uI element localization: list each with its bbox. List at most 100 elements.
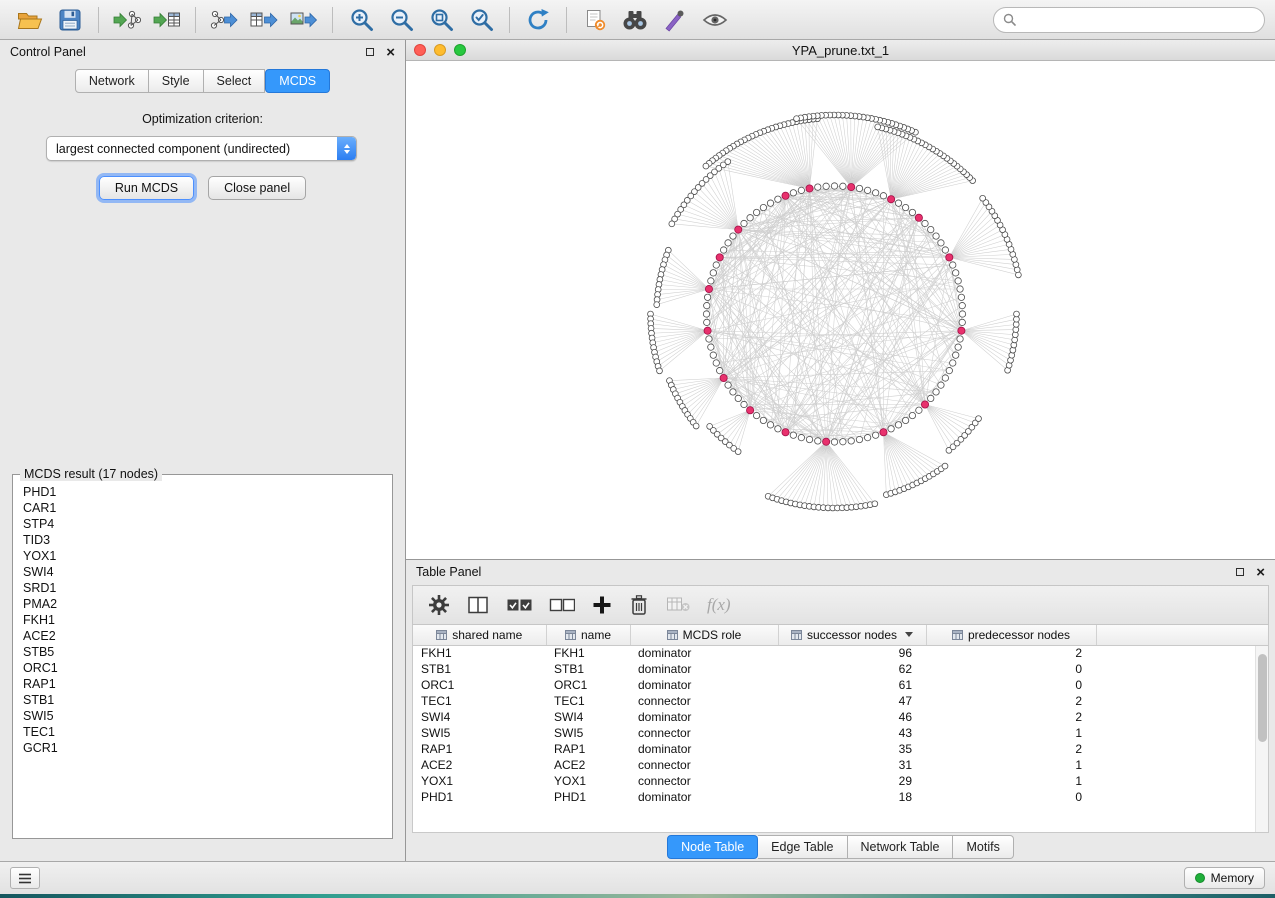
export-image-button[interactable]: [284, 3, 324, 37]
list-item[interactable]: SRD1: [23, 580, 382, 596]
cell[interactable]: TEC1: [413, 693, 546, 709]
cell[interactable]: connector: [630, 757, 778, 773]
network-canvas[interactable]: [406, 61, 1275, 559]
tab-motifs[interactable]: Motifs: [953, 835, 1013, 859]
table-row[interactable]: PHD1PHD1dominator180: [413, 789, 1268, 805]
tab-network[interactable]: Network: [75, 69, 149, 93]
cell[interactable]: SWI5: [546, 725, 630, 741]
close-window-icon[interactable]: [414, 44, 426, 56]
table-row[interactable]: ORC1ORC1dominator610: [413, 677, 1268, 693]
cell[interactable]: SWI4: [413, 709, 546, 725]
table-scrollbar[interactable]: [1255, 646, 1268, 832]
column-menu-arrow-icon[interactable]: [905, 632, 913, 637]
search-network-button[interactable]: [615, 3, 655, 37]
cell[interactable]: STB1: [413, 661, 546, 677]
cell[interactable]: 61: [778, 677, 926, 693]
float-control-panel-icon[interactable]: [366, 48, 374, 56]
select-all-button[interactable]: [506, 590, 532, 620]
table-row[interactable]: STB1STB1dominator620: [413, 661, 1268, 677]
tab-style[interactable]: Style: [149, 69, 204, 93]
cell[interactable]: dominator: [630, 709, 778, 725]
column-header-name[interactable]: name: [546, 625, 630, 645]
list-item[interactable]: CAR1: [23, 500, 382, 516]
float-table-panel-icon[interactable]: [1236, 568, 1244, 576]
column-header-shared-name[interactable]: shared name: [413, 625, 546, 645]
list-item[interactable]: RAP1: [23, 676, 382, 692]
tab-edge-table[interactable]: Edge Table: [758, 835, 847, 859]
open-file-button[interactable]: [10, 3, 50, 37]
cell[interactable]: 0: [926, 677, 1096, 693]
zoom-selected-button[interactable]: [461, 3, 501, 37]
cell[interactable]: 29: [778, 773, 926, 789]
close-control-panel-icon[interactable]: ×: [386, 45, 395, 60]
list-item[interactable]: GCR1: [23, 740, 382, 756]
status-menu-button[interactable]: [10, 867, 40, 889]
zoom-out-button[interactable]: [381, 3, 421, 37]
cell[interactable]: 1: [926, 773, 1096, 789]
network-window-titlebar[interactable]: YPA_prune.txt_1: [406, 40, 1275, 61]
table-row[interactable]: YOX1YOX1connector291: [413, 773, 1268, 789]
maximize-window-icon[interactable]: [454, 44, 466, 56]
cell[interactable]: connector: [630, 773, 778, 789]
cell[interactable]: STB1: [546, 661, 630, 677]
import-table-button[interactable]: [147, 3, 187, 37]
export-table-button[interactable]: [244, 3, 284, 37]
export-network-button[interactable]: [204, 3, 244, 37]
tab-select[interactable]: Select: [204, 69, 266, 93]
cell[interactable]: FKH1: [546, 645, 630, 661]
cell[interactable]: dominator: [630, 677, 778, 693]
table-row[interactable]: SWI4SWI4dominator462: [413, 709, 1268, 725]
clear-selection-button[interactable]: [549, 590, 575, 620]
show-columns-button[interactable]: [467, 590, 489, 620]
cell[interactable]: ACE2: [546, 757, 630, 773]
graphics-details-button[interactable]: [655, 3, 695, 37]
cell[interactable]: 0: [926, 661, 1096, 677]
cell[interactable]: dominator: [630, 661, 778, 677]
close-table-panel-icon[interactable]: ×: [1256, 565, 1265, 580]
cell[interactable]: YOX1: [413, 773, 546, 789]
import-network-button[interactable]: [107, 3, 147, 37]
cell[interactable]: TEC1: [546, 693, 630, 709]
cell[interactable]: SWI4: [546, 709, 630, 725]
cell[interactable]: PHD1: [546, 789, 630, 805]
cell[interactable]: SWI5: [413, 725, 546, 741]
cell[interactable]: FKH1: [413, 645, 546, 661]
cell[interactable]: ORC1: [546, 677, 630, 693]
cell[interactable]: 46: [778, 709, 926, 725]
list-item[interactable]: PHD1: [23, 484, 382, 500]
list-item[interactable]: STB5: [23, 644, 382, 660]
cell[interactable]: 96: [778, 645, 926, 661]
cell[interactable]: 2: [926, 709, 1096, 725]
delete-column-button[interactable]: [629, 590, 649, 620]
memory-button[interactable]: Memory: [1184, 867, 1265, 889]
cell[interactable]: 62: [778, 661, 926, 677]
cell[interactable]: 2: [926, 693, 1096, 709]
column-header-successor-nodes[interactable]: successor nodes: [778, 625, 926, 645]
tab-network-table[interactable]: Network Table: [848, 835, 954, 859]
function-builder-button[interactable]: f(x): [707, 590, 731, 620]
list-item[interactable]: TEC1: [23, 724, 382, 740]
zoom-in-button[interactable]: [341, 3, 381, 37]
cell[interactable]: 18: [778, 789, 926, 805]
minimize-window-icon[interactable]: [434, 44, 446, 56]
list-item[interactable]: PMA2: [23, 596, 382, 612]
list-item[interactable]: STP4: [23, 516, 382, 532]
list-item[interactable]: YOX1: [23, 548, 382, 564]
cell[interactable]: RAP1: [546, 741, 630, 757]
cell[interactable]: YOX1: [546, 773, 630, 789]
cell[interactable]: connector: [630, 725, 778, 741]
cell[interactable]: 47: [778, 693, 926, 709]
cell[interactable]: 35: [778, 741, 926, 757]
list-item[interactable]: SWI5: [23, 708, 382, 724]
list-item[interactable]: TID3: [23, 532, 382, 548]
table-row[interactable]: SWI5SWI5connector431: [413, 725, 1268, 741]
table-settings-button[interactable]: [428, 590, 450, 620]
run-mcds-button[interactable]: Run MCDS: [99, 176, 194, 200]
column-header-mcds-role[interactable]: MCDS role: [630, 625, 778, 645]
cell[interactable]: 31: [778, 757, 926, 773]
column-header-predecessor-nodes[interactable]: predecessor nodes: [926, 625, 1096, 645]
cell[interactable]: RAP1: [413, 741, 546, 757]
refresh-view-button[interactable]: [518, 3, 558, 37]
tab-node-table[interactable]: Node Table: [667, 835, 758, 859]
cell[interactable]: dominator: [630, 789, 778, 805]
